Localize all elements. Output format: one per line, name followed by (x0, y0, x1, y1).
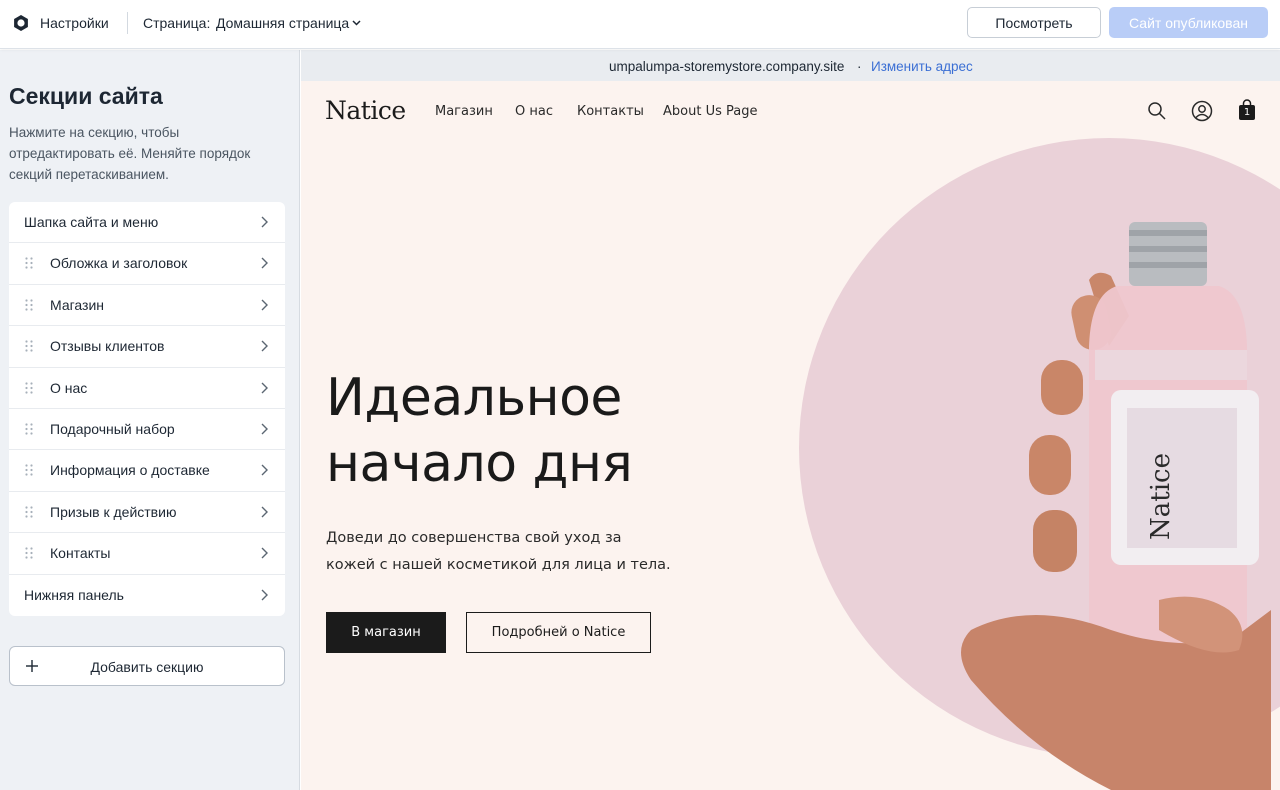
hero-description: Доведи до совершенства свой уход за коже… (326, 525, 686, 579)
page-selector-label: Страница: (143, 15, 211, 31)
section-item-label: Информация о доставке (50, 462, 210, 479)
hero-description-line-1: Доведи до совершенства свой уход за (326, 530, 622, 546)
nav-about[interactable]: О нас (515, 104, 553, 119)
section-item[interactable]: Нижняя панель (9, 575, 285, 616)
page-selector[interactable]: Домашняя страница (216, 15, 349, 31)
chevron-right-icon (261, 547, 268, 559)
section-item-label: Призыв к действию (50, 503, 177, 520)
drag-handle-icon[interactable] (25, 381, 33, 394)
hero-title-line-1: Идеальное (326, 368, 622, 428)
chevron-right-icon (261, 340, 268, 352)
chevron-right-icon (261, 423, 268, 435)
site-logo[interactable]: Natice (325, 96, 406, 125)
site-preview: umpalumpa-storemystore.company.site · Из… (301, 50, 1280, 790)
site-published-button[interactable]: Сайт опубликован (1109, 7, 1268, 38)
settings-link[interactable]: Настройки (40, 15, 109, 31)
settings-gear-icon[interactable] (12, 14, 30, 32)
section-item[interactable]: Контакты (9, 533, 285, 575)
section-item-label: Отзывы клиентов (50, 338, 165, 355)
nav-contacts[interactable]: Контакты (577, 104, 644, 119)
chevron-right-icon (261, 589, 268, 601)
drag-handle-icon[interactable] (25, 464, 33, 476)
sidebar-title: Секции сайта (9, 83, 163, 109)
chevron-right-icon (261, 299, 268, 311)
hero-title-line-2: начало дня (326, 434, 633, 494)
nav-about-us-page[interactable]: About Us Page (663, 104, 757, 119)
sidebar-description: Нажмите на секцию, чтобы отредактировать… (9, 125, 251, 182)
section-item-label: Обложка и заголовок (50, 255, 188, 272)
user-icon[interactable] (1191, 100, 1213, 122)
section-item[interactable]: Информация о доставке (9, 450, 285, 492)
bottle-label-text: Natice (1146, 453, 1176, 540)
sidebar: Секции сайта Нажмите на секцию, чтобы от… (0, 50, 300, 790)
section-item[interactable]: Подарочный набор (9, 409, 285, 451)
section-item-label: Нижняя панель (24, 586, 124, 603)
section-item-label: Подарочный набор (50, 420, 175, 437)
chevron-right-icon (261, 382, 268, 394)
add-section-label: Добавить секцию (90, 659, 204, 675)
drag-handle-icon[interactable] (25, 257, 33, 269)
chevron-right-icon (261, 216, 268, 228)
search-icon[interactable] (1147, 101, 1167, 121)
product-bottle-image: Natice (961, 222, 1271, 790)
drag-handle-icon[interactable] (25, 340, 33, 352)
section-item[interactable]: Отзывы клиентов (9, 326, 285, 368)
url-separator: · (857, 59, 862, 74)
add-section-button[interactable]: Добавить секцию (9, 646, 285, 686)
section-item[interactable]: Шапка сайта и меню (9, 202, 285, 244)
drag-handle-icon[interactable] (25, 506, 33, 518)
section-item[interactable]: О нас (9, 368, 285, 409)
section-item[interactable]: Магазин (9, 285, 285, 327)
sections-list: Шапка сайта и меню Обложка и заголовок Маг… (9, 202, 285, 616)
preview-button[interactable]: Посмотреть (967, 7, 1101, 38)
topbar-divider (127, 12, 128, 34)
drag-handle-icon[interactable] (25, 299, 33, 311)
site-url: umpalumpa-storemystore.company.site (609, 59, 845, 74)
section-item-label: О нас (50, 379, 88, 396)
drag-handle-icon[interactable] (25, 423, 33, 435)
drag-handle-icon[interactable] (25, 547, 33, 559)
section-item-label: Шапка сайта и меню (24, 214, 159, 230)
cart-count: 1 (1243, 107, 1251, 118)
chevron-right-icon (261, 257, 268, 269)
chevron-right-icon (261, 464, 268, 476)
url-bar: umpalumpa-storemystore.company.site · Из… (301, 50, 1280, 81)
section-item[interactable]: Обложка и заголовок (9, 243, 285, 285)
section-item-label: Магазин (50, 296, 105, 313)
hero-title: Идеальное начало дня (326, 365, 633, 497)
shop-button[interactable]: В магазин (326, 612, 446, 653)
chevron-down-icon[interactable] (352, 20, 361, 26)
section-item[interactable]: Призыв к действию (9, 492, 285, 534)
section-item-label: Контакты (50, 545, 111, 562)
chevron-right-icon (261, 506, 268, 518)
change-address-link[interactable]: Изменить адрес (871, 59, 973, 74)
top-bar: Настройки Страница: Домашняя страница По… (0, 0, 1280, 49)
hero-description-line-2: кожей с нашей косметикой для лица и тела… (326, 557, 671, 573)
learn-more-button[interactable]: Подробней о Natice (466, 612, 651, 653)
cart-icon[interactable]: 1 (1238, 99, 1256, 121)
nav-shop[interactable]: Магазин (435, 104, 493, 119)
